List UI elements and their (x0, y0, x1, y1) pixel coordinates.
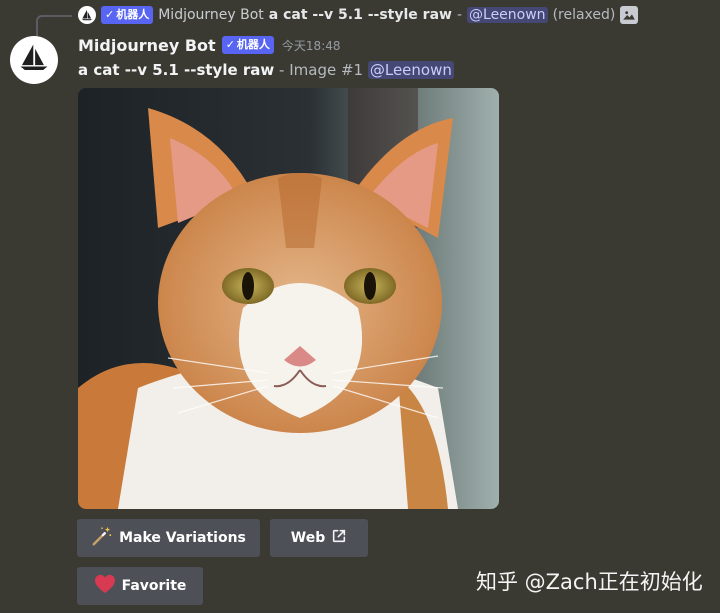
web-label: Web (290, 530, 326, 546)
message-header: Midjourney Bot ✓ 机器人 今天18:48 (78, 34, 341, 56)
web-button[interactable]: Web (270, 519, 368, 557)
image-label: - Image #1 (279, 61, 364, 79)
reply-bot-badge: ✓ 机器人 (101, 6, 154, 24)
message-content: a cat --v 5.1 --style raw - Image #1 @Le… (78, 61, 454, 79)
sailboat-logo-icon (17, 41, 51, 79)
timestamp: 今天18:48 (281, 38, 341, 53)
reply-avatar-sailboat-icon (78, 6, 96, 24)
message-prompt: a cat --v 5.1 --style raw (78, 61, 275, 79)
reply-prompt: a cat --v 5.1 --style raw (268, 7, 452, 23)
watermark: 知乎 @Zach正在初始化 (476, 570, 703, 594)
external-link-icon (331, 528, 347, 548)
check-icon: ✓ (105, 8, 115, 21)
favorite-button[interactable]: Favorite (77, 567, 203, 605)
bot-avatar[interactable] (10, 36, 58, 84)
reply-connector (36, 15, 72, 37)
reply-bot-badge-label: 机器人 (116, 8, 150, 21)
reply-mode: (relaxed) (552, 7, 616, 23)
make-variations-button[interactable]: Make Variations (77, 519, 260, 557)
make-variations-label: Make Variations (119, 530, 246, 546)
reply-author[interactable]: Midjourney Bot (158, 7, 264, 23)
message-mention[interactable]: @Leenown (367, 61, 454, 79)
check-icon: ✓ (225, 38, 235, 51)
magic-wand-icon (91, 525, 113, 551)
username[interactable]: Midjourney Bot (78, 36, 216, 55)
heart-icon (94, 574, 116, 598)
reply-mention[interactable]: @Leenown (467, 7, 548, 23)
reply-reference[interactable]: ✓ 机器人 Midjourney Bot a cat --v 5.1 --sty… (78, 4, 639, 26)
image-icon[interactable] (620, 6, 639, 24)
reply-separator: - (456, 7, 463, 23)
bot-badge: ✓ 机器人 (221, 36, 274, 54)
bot-badge-label: 机器人 (236, 38, 270, 51)
favorite-label: Favorite (121, 578, 187, 594)
cat-photo (78, 88, 499, 509)
generated-image[interactable] (78, 88, 499, 509)
